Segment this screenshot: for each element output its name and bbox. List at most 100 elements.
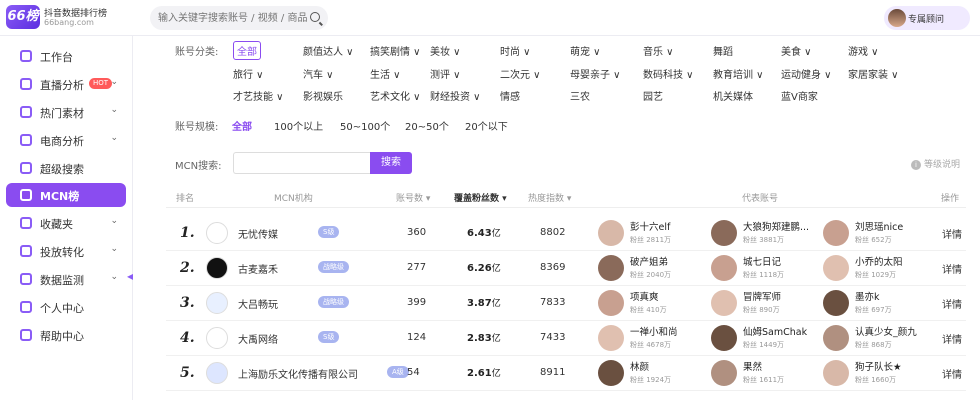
category-tag[interactable]: 母婴亲子 ∨ bbox=[570, 66, 621, 81]
header-heat[interactable]: 热度指数 ▾ bbox=[528, 191, 571, 204]
header-accounts[interactable]: 账号数 ▾ bbox=[396, 191, 430, 204]
category-tag[interactable]: 影视娱乐 bbox=[303, 88, 343, 103]
scale-option[interactable]: 20~50个 bbox=[405, 118, 449, 133]
scale-option[interactable]: 20个以下 bbox=[465, 118, 508, 133]
global-search-input[interactable] bbox=[158, 10, 308, 26]
heat-index: 8802 bbox=[540, 227, 566, 238]
rep-account[interactable]: 破产姐弟 粉丝 2040万 bbox=[598, 254, 710, 284]
category-tag[interactable]: 游戏 ∨ bbox=[848, 43, 879, 58]
sidebar-item-9[interactable]: 个人中心 bbox=[6, 295, 126, 319]
org-name[interactable]: 大吕畅玩 bbox=[238, 296, 278, 311]
rep-account[interactable]: 大狼狗郑建鹏... 粉丝 3881万 bbox=[711, 219, 823, 249]
category-tag[interactable]: 三农 bbox=[570, 88, 590, 103]
sidebar-item-7[interactable]: 投放转化 ⌄ bbox=[6, 239, 126, 263]
category-tag[interactable]: 艺术文化 ∨ bbox=[370, 88, 421, 103]
rep-name: 一禅小和尚 bbox=[630, 327, 678, 338]
sidebar-item-3[interactable]: 电商分析 ⌄ bbox=[6, 128, 126, 152]
category-tag[interactable]: 美妆 ∨ bbox=[430, 43, 461, 58]
category-tag[interactable]: 萌宠 ∨ bbox=[570, 43, 601, 58]
rep-name: 狗子队长★ bbox=[855, 362, 902, 373]
sidebar-item-10[interactable]: 帮助中心 bbox=[6, 323, 126, 347]
sidebar-item-6[interactable]: 收藏夹 ⌄ bbox=[6, 211, 126, 235]
header-fans[interactable]: 覆盖粉丝数 ▾ bbox=[454, 191, 507, 204]
rep-account[interactable]: 墨亦k 粉丝 697万 bbox=[823, 289, 935, 319]
sidebar-item-4[interactable]: 超级搜索 bbox=[6, 156, 126, 180]
category-tag[interactable]: 蓝V商家 bbox=[781, 88, 818, 103]
mcn-search-input[interactable] bbox=[233, 152, 371, 174]
chevron-down-icon[interactable]: ⌄ bbox=[110, 133, 118, 143]
category-tag[interactable]: 二次元 ∨ bbox=[500, 66, 541, 81]
category-tag[interactable]: 旅行 ∨ bbox=[233, 66, 264, 81]
category-tag[interactable]: 美食 ∨ bbox=[781, 43, 812, 58]
category-tag[interactable]: 家居家装 ∨ bbox=[848, 66, 899, 81]
detail-link[interactable]: 详情 bbox=[942, 366, 962, 381]
sidebar-item-icon bbox=[20, 78, 32, 90]
search-icon[interactable] bbox=[310, 12, 320, 22]
rep-account[interactable]: 刘思瑶nice 粉丝 652万 bbox=[823, 219, 935, 249]
chevron-down-icon[interactable]: ⌄ bbox=[110, 244, 118, 254]
category-tag[interactable]: 时尚 ∨ bbox=[500, 43, 531, 58]
rep-account[interactable]: 仙姆SamChak 粉丝 1449万 bbox=[711, 324, 823, 354]
rep-account[interactable]: 城七日记 粉丝 1118万 bbox=[711, 254, 823, 284]
rep-account[interactable]: 冒牌军师 粉丝 890万 bbox=[711, 289, 823, 319]
account-count: 360 bbox=[407, 227, 427, 238]
org-name[interactable]: 上海励乐文化传播有限公司 bbox=[238, 366, 358, 381]
category-tag[interactable]: 教育培训 ∨ bbox=[713, 66, 764, 81]
rank-number: 5. bbox=[180, 365, 195, 381]
category-tag[interactable]: 舞蹈 bbox=[713, 43, 733, 58]
rep-account[interactable]: 林颜 粉丝 1924万 bbox=[598, 359, 710, 389]
category-tag[interactable]: 全部 bbox=[233, 41, 261, 60]
detail-link[interactable]: 详情 bbox=[942, 331, 962, 346]
chevron-down-icon[interactable]: ⌄ bbox=[110, 77, 118, 87]
detail-link[interactable]: 详情 bbox=[942, 226, 962, 241]
sidebar-item-1[interactable]: 直播分析 HOT ⌄ bbox=[6, 72, 126, 96]
scale-option[interactable]: 100个以上 bbox=[274, 118, 323, 133]
org-logo bbox=[206, 222, 228, 244]
consultant-button[interactable]: 专属顾问 bbox=[884, 6, 970, 30]
rep-account[interactable]: 彭十六elf 粉丝 2811万 bbox=[598, 219, 710, 249]
rep-account[interactable]: 果然 粉丝 1611万 bbox=[711, 359, 823, 389]
rep-name: 城七日记 bbox=[743, 257, 782, 268]
scale-option[interactable]: 全部 bbox=[232, 118, 252, 133]
rep-account[interactable]: 小乔的太阳 粉丝 1029万 bbox=[823, 254, 935, 284]
category-tag[interactable]: 园艺 bbox=[643, 88, 663, 103]
category-tag[interactable]: 颜值达人 ∨ bbox=[303, 43, 354, 58]
chevron-down-icon[interactable]: ⌄ bbox=[110, 216, 118, 226]
category-tag[interactable]: 运动健身 ∨ bbox=[781, 66, 832, 81]
category-tag[interactable]: 财经投资 ∨ bbox=[430, 88, 481, 103]
org-name[interactable]: 无忧传媒 bbox=[238, 226, 278, 241]
sidebar-item-5[interactable]: MCN榜 bbox=[6, 183, 126, 207]
org-name[interactable]: 大禹网络 bbox=[238, 331, 278, 346]
category-tag[interactable]: 测评 ∨ bbox=[430, 66, 461, 81]
level-note-link[interactable]: i 等级说明 bbox=[911, 157, 960, 170]
top-header: 66榜 抖音数据排行榜 66bang.com 专属顾问 bbox=[0, 0, 980, 36]
category-tag[interactable]: 情感 bbox=[500, 88, 520, 103]
site-logo[interactable]: 66榜 bbox=[6, 5, 40, 29]
level-badge: A级 bbox=[387, 366, 409, 378]
org-name[interactable]: 古麦嘉禾 bbox=[238, 261, 278, 276]
category-tag[interactable]: 机关媒体 bbox=[713, 88, 753, 103]
fans-unit: 亿 bbox=[491, 334, 501, 344]
rep-account[interactable]: 一禅小和尚 粉丝 4678万 bbox=[598, 324, 710, 354]
sidebar-item-0[interactable]: 工作台 bbox=[6, 44, 126, 68]
fans-count: 2.61亿 bbox=[467, 366, 501, 379]
chevron-down-icon[interactable]: ⌄ bbox=[110, 105, 118, 115]
category-tag[interactable]: 搞笑剧情 ∨ bbox=[370, 43, 421, 58]
rep-account[interactable]: 认真少女_颜九 粉丝 868万 bbox=[823, 324, 935, 354]
rep-fans: 粉丝 652万 bbox=[855, 236, 892, 244]
sidebar-item-8[interactable]: 数据监测 ⌄ bbox=[6, 267, 126, 291]
detail-link[interactable]: 详情 bbox=[942, 296, 962, 311]
scale-option[interactable]: 50~100个 bbox=[340, 118, 390, 133]
category-tag[interactable]: 汽车 ∨ bbox=[303, 66, 334, 81]
chevron-down-icon[interactable]: ⌄ bbox=[110, 272, 118, 282]
category-tag[interactable]: 才艺技能 ∨ bbox=[233, 88, 284, 103]
category-tag[interactable]: 音乐 ∨ bbox=[643, 43, 674, 58]
sidebar-item-2[interactable]: 热门素材 ⌄ bbox=[6, 100, 126, 124]
consultant-label: 专属顾问 bbox=[908, 15, 945, 25]
category-tag[interactable]: 数码科技 ∨ bbox=[643, 66, 694, 81]
rep-account[interactable]: 项真爽 粉丝 410万 bbox=[598, 289, 710, 319]
rep-account[interactable]: 狗子队长★ 粉丝 1660万 bbox=[823, 359, 935, 389]
category-tag[interactable]: 生活 ∨ bbox=[370, 66, 401, 81]
detail-link[interactable]: 详情 bbox=[942, 261, 962, 276]
mcn-search-button[interactable]: 搜索 bbox=[370, 152, 412, 174]
